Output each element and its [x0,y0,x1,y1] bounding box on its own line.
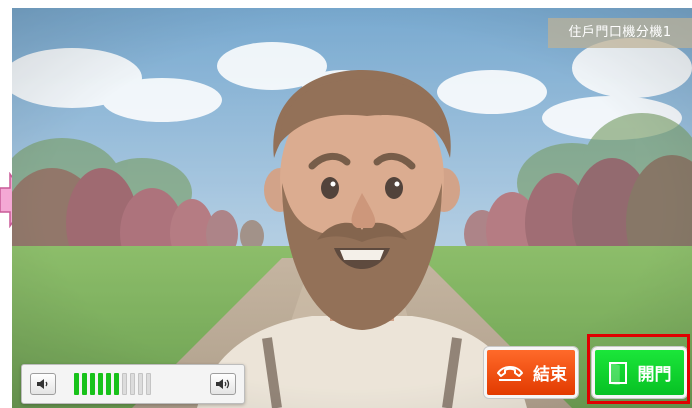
volume-bar [74,373,79,395]
open-door-label: 開門 [637,365,672,385]
speaker-low-icon [37,379,48,389]
volume-bar [106,373,111,395]
end-call-button[interactable]: 結束 [484,347,578,398]
device-name-label: 住戶門口機分機1 [548,18,692,48]
speaker-high-icon [216,379,230,389]
volume-level-bars[interactable] [74,373,151,395]
volume-bar [146,373,151,395]
video-feed: 住戶門口機分機1 結束 開門 [12,8,692,408]
volume-bar [122,373,127,395]
end-call-label: 結束 [533,365,567,385]
hang-up-icon [497,365,523,381]
volume-bar [130,373,135,395]
volume-down-button[interactable] [30,373,56,395]
volume-bar [90,373,95,395]
open-door-button[interactable]: 開門 [592,347,687,398]
volume-control [21,364,245,404]
volume-bar [82,373,87,395]
volume-up-button[interactable] [210,373,236,395]
door-icon [608,361,627,385]
camera-image [12,8,692,408]
volume-bar [114,373,119,395]
volume-bar [138,373,143,395]
volume-bar [98,373,103,395]
